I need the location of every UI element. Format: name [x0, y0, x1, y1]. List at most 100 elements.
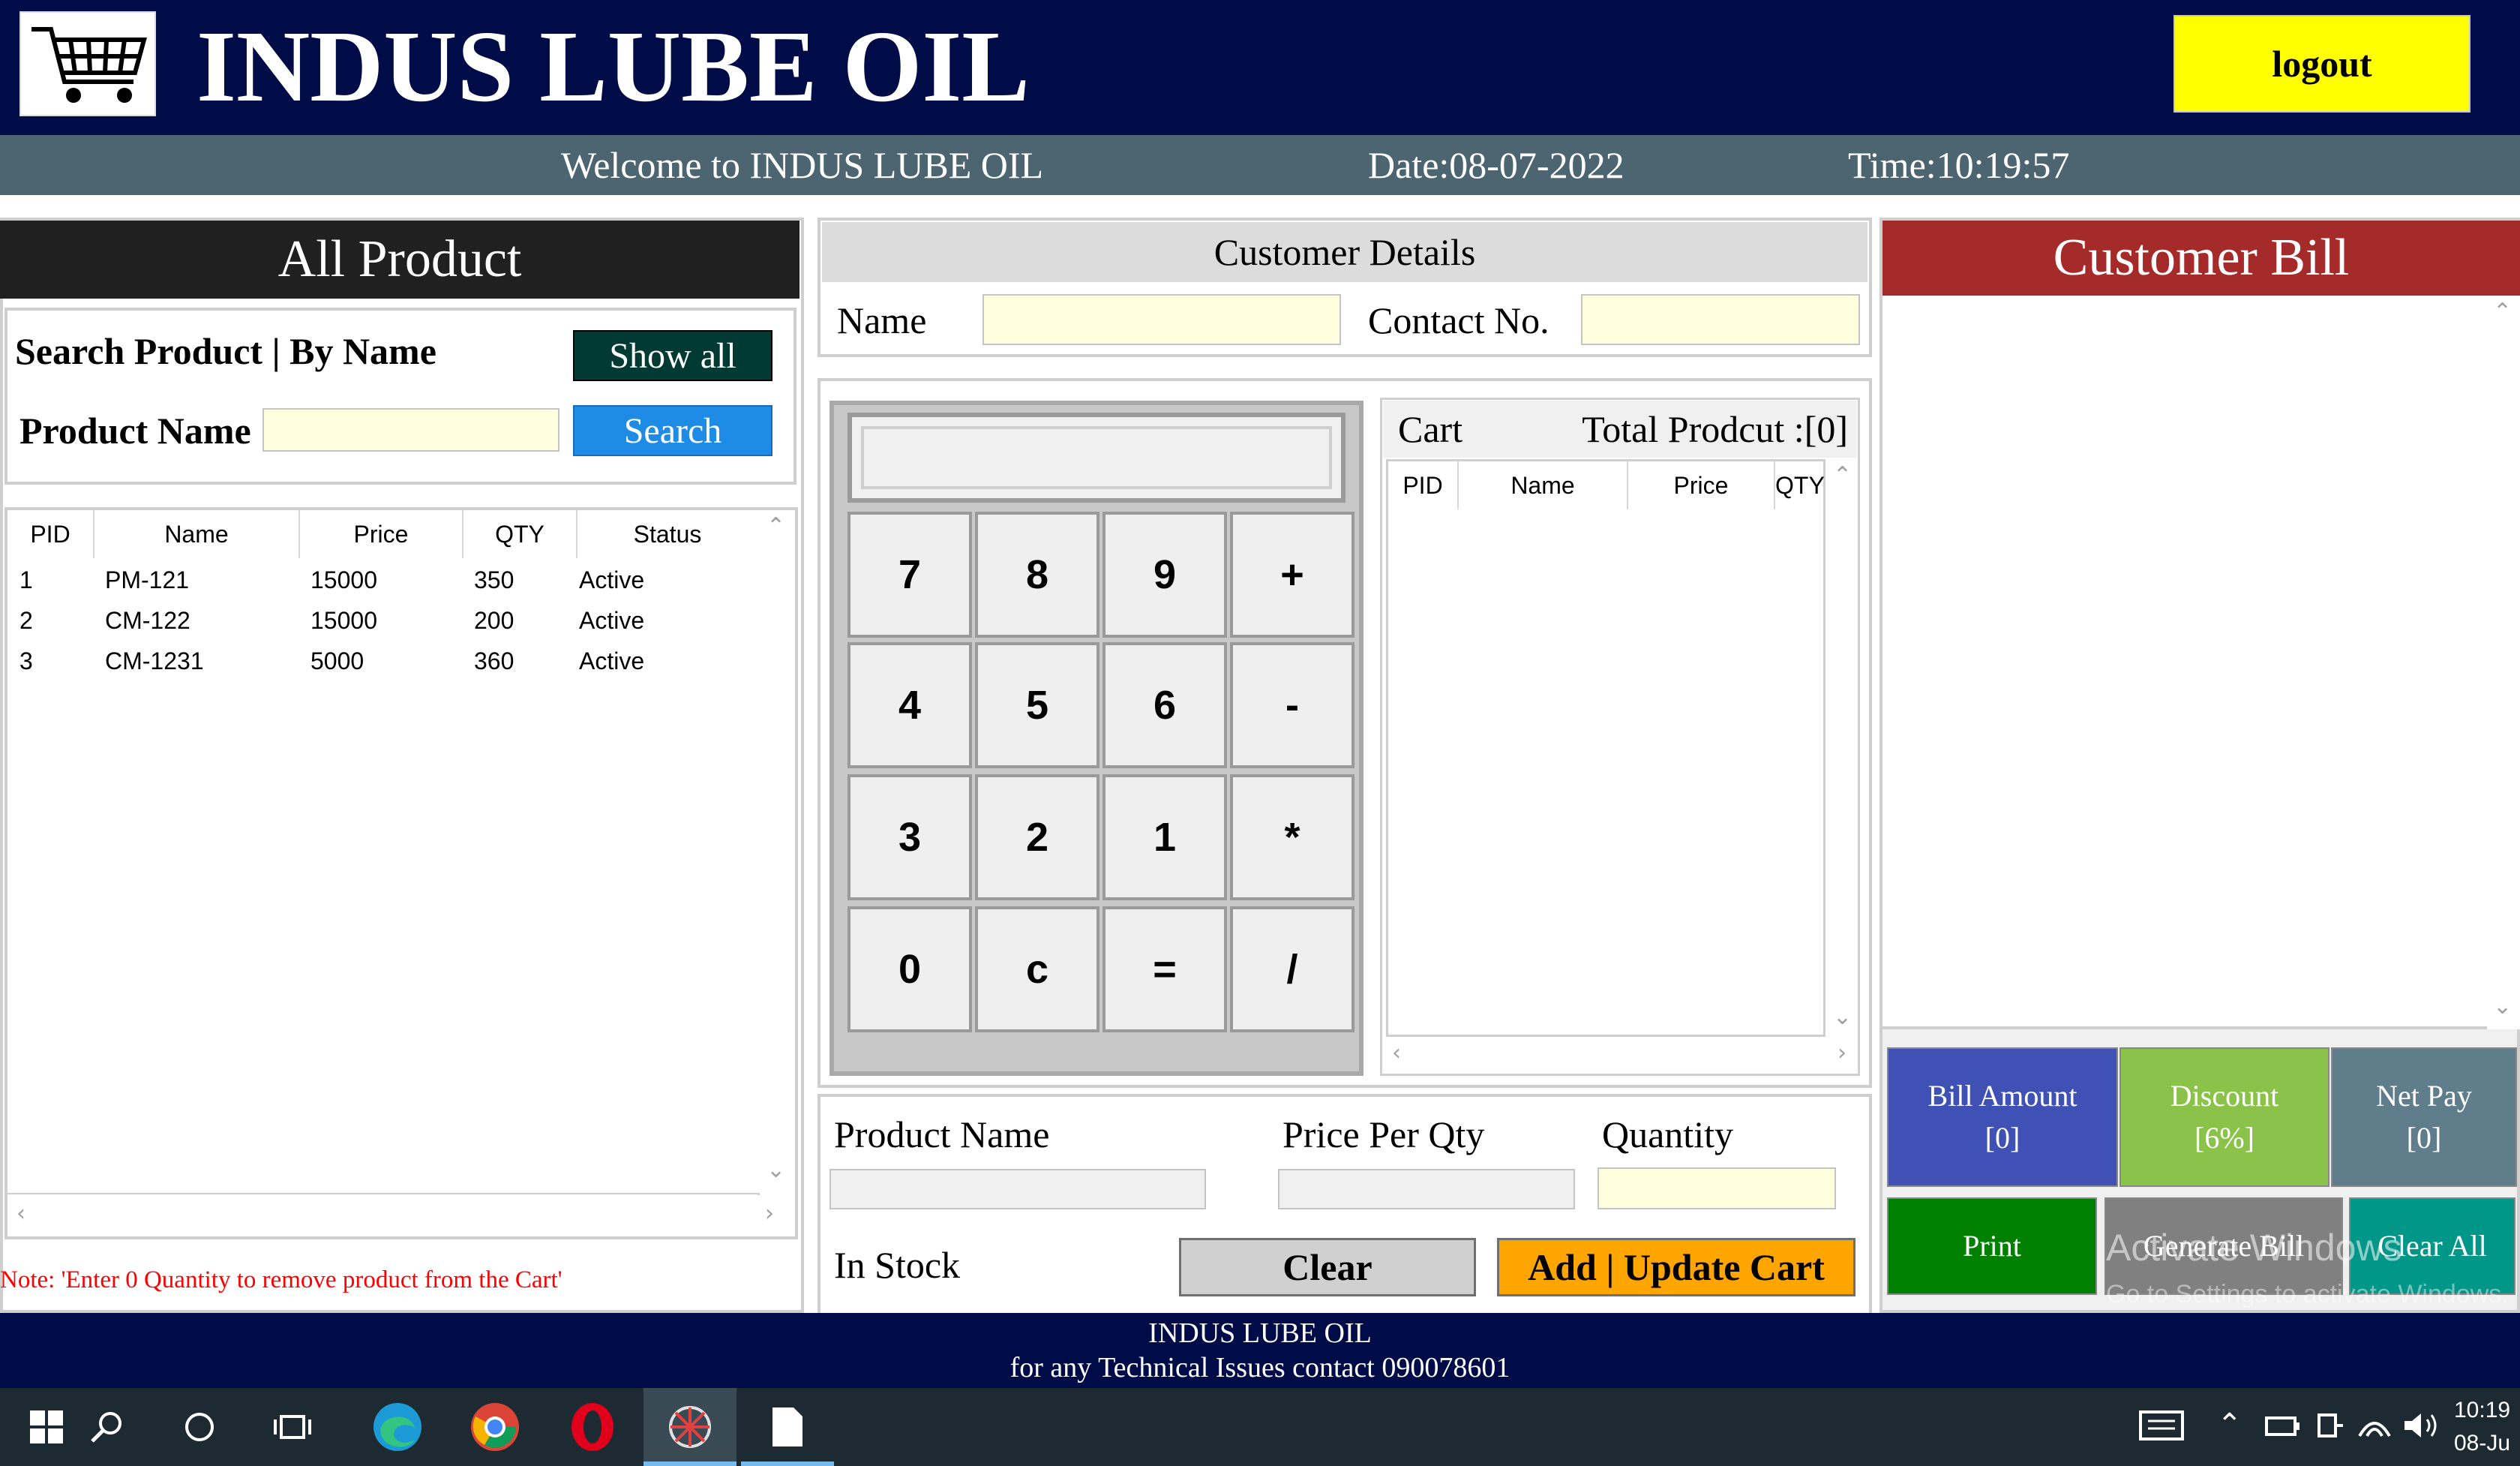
logout-button[interactable]: logout [2174, 15, 2470, 113]
table-row[interactable]: 1 PM-121 15000 350 Active [8, 560, 758, 600]
clear-button[interactable]: Clear [1179, 1238, 1476, 1296]
cell-status: Active [579, 566, 645, 593]
scroll-left-icon[interactable]: ‹ [1392, 1040, 1401, 1066]
product-table: PID Name Price QTY Status 1 PM-121 15000… [4, 507, 798, 1239]
cell-name: PM-121 [105, 566, 190, 593]
search-icon[interactable] [60, 1388, 153, 1466]
scroll-down-icon[interactable]: ⌄ [766, 1157, 785, 1183]
app-icon[interactable] [644, 1388, 736, 1466]
cell-name: CM-122 [105, 607, 190, 634]
column-header-name[interactable]: Name [94, 510, 300, 558]
volume-icon[interactable] [2402, 1410, 2439, 1444]
chrome-icon[interactable] [448, 1388, 542, 1466]
customer-name-label: Name [837, 299, 927, 341]
cell-price: 15000 [310, 607, 377, 634]
quantity-input[interactable] [1598, 1167, 1836, 1209]
calc-key-multiply[interactable]: * [1230, 774, 1354, 900]
scroll-right-icon[interactable]: › [765, 1200, 774, 1227]
discount-button[interactable]: Discount [6%] [2120, 1047, 2330, 1187]
wifi-icon[interactable] [2356, 1410, 2392, 1444]
cart-column-name[interactable]: Name [1459, 461, 1628, 509]
bill-vertical-scrollbar[interactable]: ⌃ ⌄ [2487, 296, 2520, 1029]
quantity-label: Quantity [1602, 1113, 1733, 1155]
cart-column-price[interactable]: Price [1628, 461, 1775, 509]
generate-bill-button[interactable]: Generate Bill [2104, 1197, 2343, 1295]
usb-icon[interactable] [2314, 1410, 2344, 1444]
calc-key-9[interactable]: 9 [1102, 512, 1227, 638]
bill-text-area[interactable] [1882, 296, 2520, 1029]
cortana-icon[interactable] [153, 1388, 246, 1466]
product-name-search-input[interactable] [262, 408, 560, 452]
clock-time: 10:19 [2454, 1398, 2511, 1422]
cart-horizontal-scrollbar[interactable]: ‹ › [1386, 1038, 1846, 1073]
calc-key-divide[interactable]: / [1230, 906, 1354, 1032]
product-table-body: PID Name Price QTY Status 1 PM-121 15000… [8, 510, 760, 1195]
price-per-qty-field[interactable] [1278, 1169, 1575, 1209]
entry-product-name-field[interactable] [830, 1169, 1206, 1209]
opera-icon[interactable] [546, 1388, 639, 1466]
search-button[interactable]: Search [573, 405, 772, 456]
calc-key-4[interactable]: 4 [848, 642, 972, 768]
scroll-right-icon[interactable]: › [1838, 1040, 1846, 1066]
calc-key-equals[interactable]: = [1102, 906, 1227, 1032]
system-clock[interactable]: 10:19 08-Ju [2454, 1394, 2510, 1460]
product-table-vertical-scrollbar[interactable]: ⌃ ⌄ [758, 510, 795, 1193]
product-table-horizontal-scrollbar[interactable]: ‹ › [8, 1194, 774, 1236]
calc-key-minus[interactable]: - [1230, 642, 1354, 768]
in-stock-label: In Stock [834, 1244, 961, 1286]
print-button[interactable]: Print [1887, 1197, 2097, 1295]
customer-name-input[interactable] [982, 294, 1341, 345]
task-view-icon[interactable] [246, 1388, 339, 1466]
edge-icon[interactable] [351, 1388, 444, 1466]
chevron-up-icon[interactable]: ⌃ [2217, 1407, 2242, 1442]
column-header-status[interactable]: Status [578, 510, 758, 558]
clock-date: 08-Ju [2454, 1431, 2511, 1455]
battery-icon[interactable] [2265, 1412, 2301, 1443]
table-row[interactable]: 2 CM-122 15000 200 Active [8, 600, 758, 641]
calc-key-5[interactable]: 5 [975, 642, 1100, 768]
cell-qty: 360 [474, 647, 514, 674]
keyboard-icon[interactable] [2139, 1404, 2184, 1450]
calc-key-2[interactable]: 2 [975, 774, 1100, 900]
scroll-down-icon[interactable]: ⌄ [1833, 1004, 1852, 1030]
column-header-pid[interactable]: PID [8, 510, 94, 558]
calc-key-plus[interactable]: + [1230, 512, 1354, 638]
calc-key-0[interactable]: 0 [848, 906, 972, 1032]
app-footer: INDUS LUBE OIL for any Technical Issues … [0, 1313, 2520, 1388]
customer-details-title: Customer Details [822, 222, 1868, 282]
column-header-price[interactable]: Price [300, 510, 464, 558]
calc-key-clear[interactable]: c [975, 906, 1100, 1032]
cell-name: CM-1231 [105, 647, 204, 674]
calc-key-3[interactable]: 3 [848, 774, 972, 900]
clear-all-button[interactable]: Clear All [2349, 1197, 2516, 1295]
shopping-cart-icon [20, 11, 156, 116]
net-pay-button[interactable]: Net Pay [0] [2331, 1047, 2517, 1187]
show-all-button[interactable]: Show all [573, 330, 772, 381]
notepad-icon[interactable] [741, 1388, 834, 1466]
contact-number-input[interactable] [1581, 294, 1860, 345]
calc-key-8[interactable]: 8 [975, 512, 1100, 638]
cart-column-qty[interactable]: QTY [1775, 461, 1825, 509]
calc-key-7[interactable]: 7 [848, 512, 972, 638]
footer-contact: for any Technical Issues contact 0900786… [1010, 1352, 1510, 1383]
scroll-down-icon[interactable]: ⌄ [2493, 993, 2512, 1020]
scroll-left-icon[interactable]: ‹ [16, 1200, 26, 1227]
cart-vertical-scrollbar[interactable]: ⌃ ⌄ [1827, 459, 1857, 1037]
calculator-display[interactable] [861, 426, 1332, 489]
calc-key-6[interactable]: 6 [1102, 642, 1227, 768]
cart-title: Cart [1398, 408, 1463, 450]
customer-bill-title: Customer Bill [1882, 221, 2520, 296]
cart-column-pid[interactable]: PID [1388, 461, 1459, 509]
calc-key-1[interactable]: 1 [1102, 774, 1227, 900]
table-row[interactable]: 3 CM-1231 5000 360 Active [8, 641, 758, 681]
bill-amount-label: Bill Amount [1928, 1079, 2078, 1113]
column-header-qty[interactable]: QTY [464, 510, 578, 558]
scroll-up-icon[interactable]: ⌃ [1833, 462, 1852, 488]
cart-table: PID Name Price QTY [1386, 459, 1826, 1037]
all-product-title: All Product [0, 221, 800, 299]
scroll-up-icon[interactable]: ⌃ [2493, 299, 2512, 325]
scroll-up-icon[interactable]: ⌃ [766, 513, 785, 539]
add-update-cart-button[interactable]: Add | Update Cart [1497, 1238, 1856, 1296]
discount-label: Discount [2170, 1079, 2279, 1113]
bill-amount-button[interactable]: Bill Amount [0] [1887, 1047, 2118, 1187]
